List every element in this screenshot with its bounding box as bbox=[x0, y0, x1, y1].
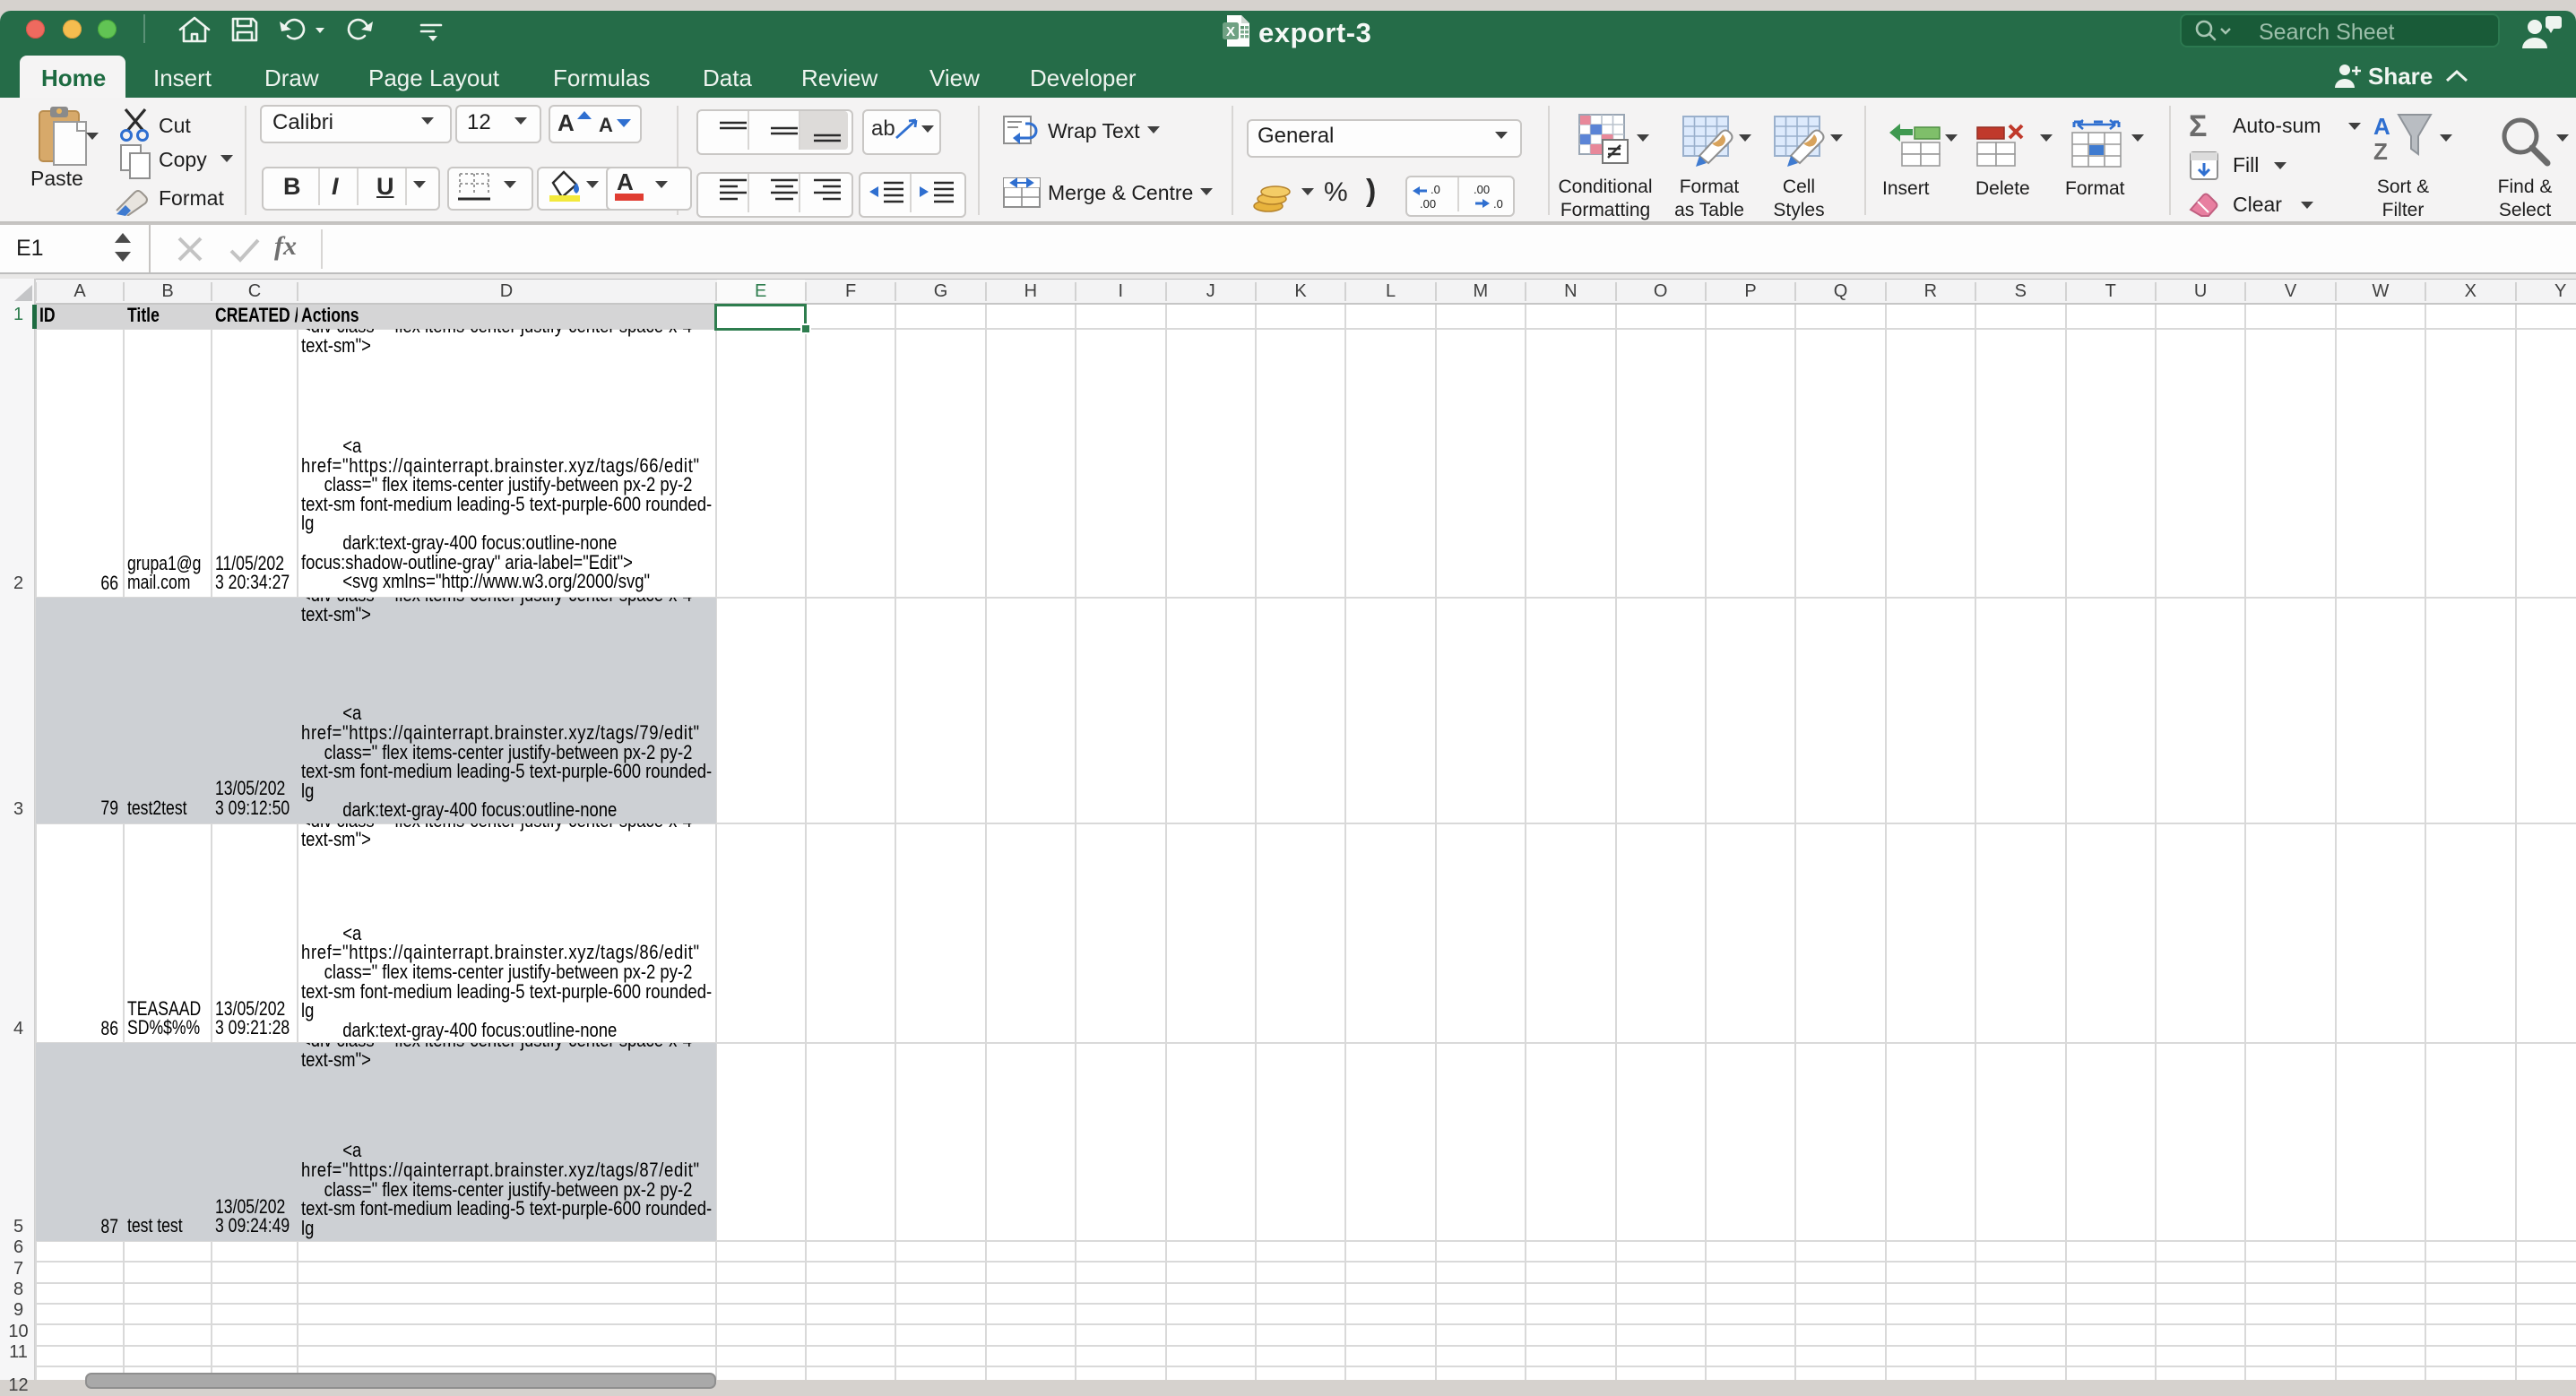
svg-text:.0: .0 bbox=[1431, 183, 1440, 196]
svg-text:Z: Z bbox=[2373, 138, 2388, 165]
svg-text:.0: .0 bbox=[1493, 197, 1503, 210]
svg-text:X: X bbox=[1226, 24, 1235, 39]
svg-text:A: A bbox=[2373, 113, 2390, 140]
svg-text:.00: .00 bbox=[1474, 183, 1490, 196]
svg-text:.00: .00 bbox=[1420, 197, 1436, 210]
